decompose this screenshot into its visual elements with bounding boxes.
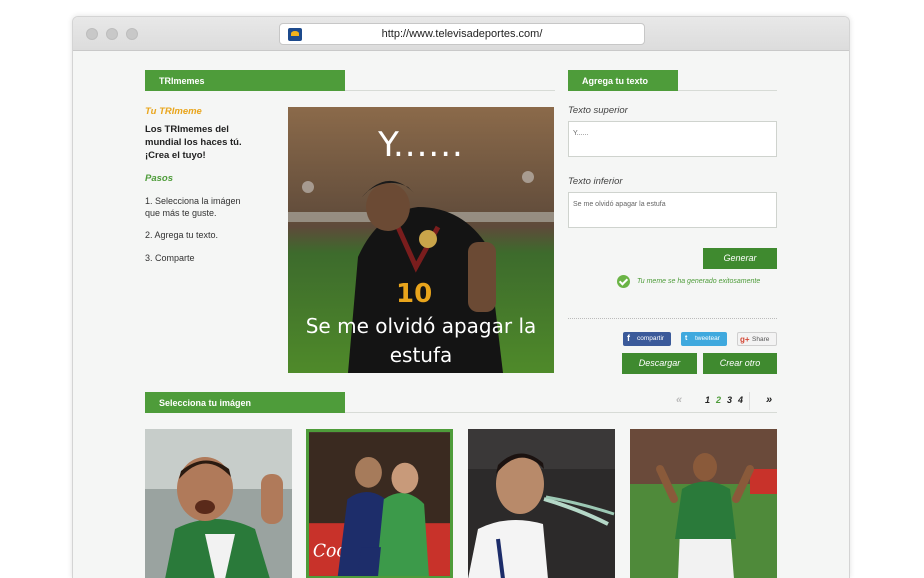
gallery-image-1[interactable]: [145, 429, 292, 578]
dotted-divider: [568, 318, 777, 319]
address-bar[interactable]: http://www.televisadeportes.com/: [279, 23, 645, 45]
minimize-window-button[interactable]: [106, 28, 118, 40]
gplus-share-label: Share: [752, 336, 770, 343]
pager-separator: [749, 392, 750, 410]
section-divider: [678, 90, 777, 91]
generate-button[interactable]: Generar: [703, 248, 777, 269]
create-another-button[interactable]: Crear otro: [703, 353, 777, 374]
pager-page-3[interactable]: 3: [727, 395, 732, 405]
pasos-title: Pasos: [145, 173, 173, 184]
player-kneeling-icon: [630, 429, 777, 578]
twitter-share-label: tweetear: [695, 335, 720, 342]
gallery-image-4[interactable]: [630, 429, 777, 578]
facebook-share-button[interactable]: f compartir: [623, 332, 671, 346]
pager-prev-button[interactable]: «: [676, 394, 682, 406]
success-message: Tu meme se ha generado exitosamente: [637, 278, 761, 285]
player-spitting-icon: [468, 429, 615, 578]
success-check-icon: [617, 275, 630, 288]
player-celebrating-icon: [145, 429, 292, 578]
gplus-icon: g+: [740, 335, 750, 344]
top-text-label: Texto superior: [568, 105, 628, 116]
twitter-share-button[interactable]: t tweetear: [681, 332, 727, 346]
step-3: 3. Comparte: [145, 253, 195, 263]
section-tab-agrega-texto: Agrega tu texto: [568, 70, 678, 91]
pager-page-1[interactable]: 1: [705, 395, 710, 405]
top-text-input[interactable]: Y......: [568, 121, 777, 157]
download-button[interactable]: Descargar: [622, 353, 697, 374]
svg-text:10: 10: [396, 279, 432, 309]
section-tab-trimemes: TRImemes: [145, 70, 345, 91]
meme-top-text: Y......: [378, 125, 464, 165]
browser-toolbar: http://www.televisadeportes.com/: [73, 17, 849, 51]
bottom-text-label: Texto inferior: [568, 176, 623, 187]
players-hugging-icon: Coca-Cola: [309, 432, 450, 576]
facebook-share-label: compartir: [637, 335, 665, 342]
gplus-share-button[interactable]: g+ Share: [737, 332, 777, 346]
gallery-image-3[interactable]: [468, 429, 615, 578]
twitter-icon: t: [685, 335, 688, 342]
facebook-icon: f: [627, 333, 630, 343]
trimeme-description: Los TRImemes del mundial los haces tú. ¡…: [145, 124, 242, 161]
page-content: TRImemes Tu TRImeme Los TRImemes del mun…: [72, 51, 850, 578]
section-divider: [345, 412, 777, 413]
maximize-window-button[interactable]: [126, 28, 138, 40]
close-window-button[interactable]: [86, 28, 98, 40]
section-divider: [345, 90, 555, 91]
tu-trimeme-title: Tu TRImeme: [145, 106, 202, 117]
step-1: 1. Selecciona la imágen que más te guste…: [145, 196, 241, 218]
pager-next-button[interactable]: »: [766, 394, 772, 406]
meme-bottom-text: Se me olvidó apagar la estufa: [305, 314, 537, 367]
bottom-text-input[interactable]: Se me olvidó apagar la estufa: [568, 192, 777, 228]
gallery-image-2[interactable]: Coca-Cola: [306, 429, 453, 578]
meme-preview: 10 Y...... Se me olvidó apagar la estufa: [288, 107, 554, 373]
pager-page-4[interactable]: 4: [738, 395, 743, 405]
section-tab-selecciona-imagen: Selecciona tu imágen: [145, 392, 345, 413]
step-2: 2. Agrega tu texto.: [145, 230, 219, 240]
pager-page-2[interactable]: 2: [716, 395, 721, 405]
address-url: http://www.televisadeportes.com/: [381, 28, 543, 40]
